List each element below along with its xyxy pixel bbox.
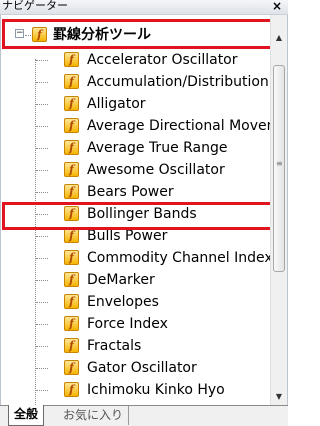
function-icon: f <box>64 118 79 133</box>
function-icon: f <box>64 316 79 331</box>
tree-connector <box>36 126 48 127</box>
function-icon: f <box>64 162 79 177</box>
tree-item-label: Alligator <box>87 96 146 112</box>
tree-item-awesome-oscillator[interactable]: f Awesome Oscillator <box>1 159 261 181</box>
tree-item-label: Awesome Oscillator <box>87 162 225 178</box>
tree-connector <box>36 324 48 325</box>
tree-root-indicators[interactable]: − f 罫線分析ツール <box>1 24 261 46</box>
function-icon: f <box>64 74 79 89</box>
tree-item-label: Bollinger Bands <box>87 206 197 222</box>
tree-item-accumulation-distribution[interactable]: f Accumulation/Distribution <box>1 71 269 93</box>
tree-item-envelopes[interactable]: f Envelopes <box>1 291 261 313</box>
function-icon: f <box>64 52 79 67</box>
tree-connector <box>36 60 48 61</box>
tree-root-label: 罫線分析ツール <box>53 27 151 43</box>
tree-item-label: Fractals <box>87 338 142 354</box>
tree-item-fractals[interactable]: f Fractals <box>1 335 261 357</box>
tab-all[interactable]: 全般 <box>8 405 45 426</box>
tree-item-average-directional-movement[interactable]: f Average Directional Movement <box>1 115 287 137</box>
function-icon: f <box>64 360 79 375</box>
tree-connector <box>36 368 48 369</box>
tree-item-bulls-power[interactable]: f Bulls Power <box>1 225 261 247</box>
tree-connector <box>36 390 48 391</box>
collapse-icon[interactable]: − <box>15 29 24 38</box>
tree-connector <box>36 258 48 259</box>
tree-connector <box>36 170 48 171</box>
tree-connector <box>36 236 48 237</box>
function-icon: f <box>64 382 79 397</box>
tree-item-bears-power[interactable]: f Bears Power <box>1 181 261 203</box>
tree-item-gator-oscillator[interactable]: f Gator Oscillator <box>1 357 261 379</box>
tree-connector <box>36 346 48 347</box>
scrollbar-thumb[interactable]: ≡ <box>273 65 285 272</box>
tree-connector <box>36 82 48 83</box>
tree-item-ichimoku-kinko-hyo[interactable]: f Ichimoku Kinko Hyo <box>1 379 261 401</box>
tree-connector <box>36 302 48 303</box>
tree-item-force-index[interactable]: f Force Index <box>1 313 261 335</box>
function-icon: f <box>64 250 79 265</box>
tree-item-label: Force Index <box>87 316 168 332</box>
tree-connector <box>36 280 48 281</box>
tree-item-label: Ichimoku Kinko Hyo <box>87 382 225 398</box>
function-icon: f <box>64 96 79 111</box>
tree-item-label: Accumulation/Distribution <box>87 74 269 90</box>
function-icon: f <box>64 206 79 221</box>
grip-icon: ≡ <box>276 159 283 168</box>
navigator-tree: − f 罫線分析ツール f Accelerator Oscillator f A… <box>0 15 288 405</box>
tree-item-label: Bulls Power <box>87 228 168 244</box>
tree-item-label: Gator Oscillator <box>87 360 197 376</box>
vertical-scrollbar[interactable]: ▲ ≡ ▼ <box>270 15 287 405</box>
tree-item-label: Commodity Channel Index <box>87 250 273 266</box>
window-title: ナビゲーター <box>2 0 68 12</box>
tree-item-alligator[interactable]: f Alligator <box>1 93 261 115</box>
function-icon: f <box>32 27 47 42</box>
tree-item-bollinger-bands[interactable]: f Bollinger Bands <box>1 203 261 225</box>
tree-connector <box>36 214 48 215</box>
function-icon: f <box>64 228 79 243</box>
function-icon: f <box>64 272 79 287</box>
tree-connector <box>36 148 48 149</box>
tree-item-label: Envelopes <box>87 294 159 310</box>
function-icon: f <box>64 338 79 353</box>
tree-item-commodity-channel-index[interactable]: f Commodity Channel Index <box>1 247 273 269</box>
tree-connector <box>36 192 48 193</box>
tree-item-accelerator-oscillator[interactable]: f Accelerator Oscillator <box>1 49 261 71</box>
close-icon[interactable]: × <box>272 0 282 13</box>
scroll-up-icon[interactable]: ▲ <box>271 29 287 46</box>
window-titlebar: ナビゲーター × <box>0 0 288 15</box>
tree-item-average-true-range[interactable]: f Average True Range <box>1 137 261 159</box>
function-icon: f <box>64 140 79 155</box>
tree-item-label: Bears Power <box>87 184 174 200</box>
tree-connector <box>36 104 48 105</box>
tab-favorites[interactable]: お気に入り <box>58 406 130 425</box>
tree-item-label: Accelerator Oscillator <box>87 52 238 68</box>
tree-item-demarker[interactable]: f DeMarker <box>1 269 261 291</box>
scroll-down-icon[interactable]: ▼ <box>271 388 287 405</box>
function-icon: f <box>64 294 79 309</box>
function-icon: f <box>64 184 79 199</box>
bottom-tabbar: 全般 お気に入り <box>0 405 288 426</box>
tree-item-label: Average True Range <box>87 140 228 156</box>
tree-item-label: DeMarker <box>87 272 155 288</box>
tree-item-label: Average Directional Movement <box>87 118 288 134</box>
